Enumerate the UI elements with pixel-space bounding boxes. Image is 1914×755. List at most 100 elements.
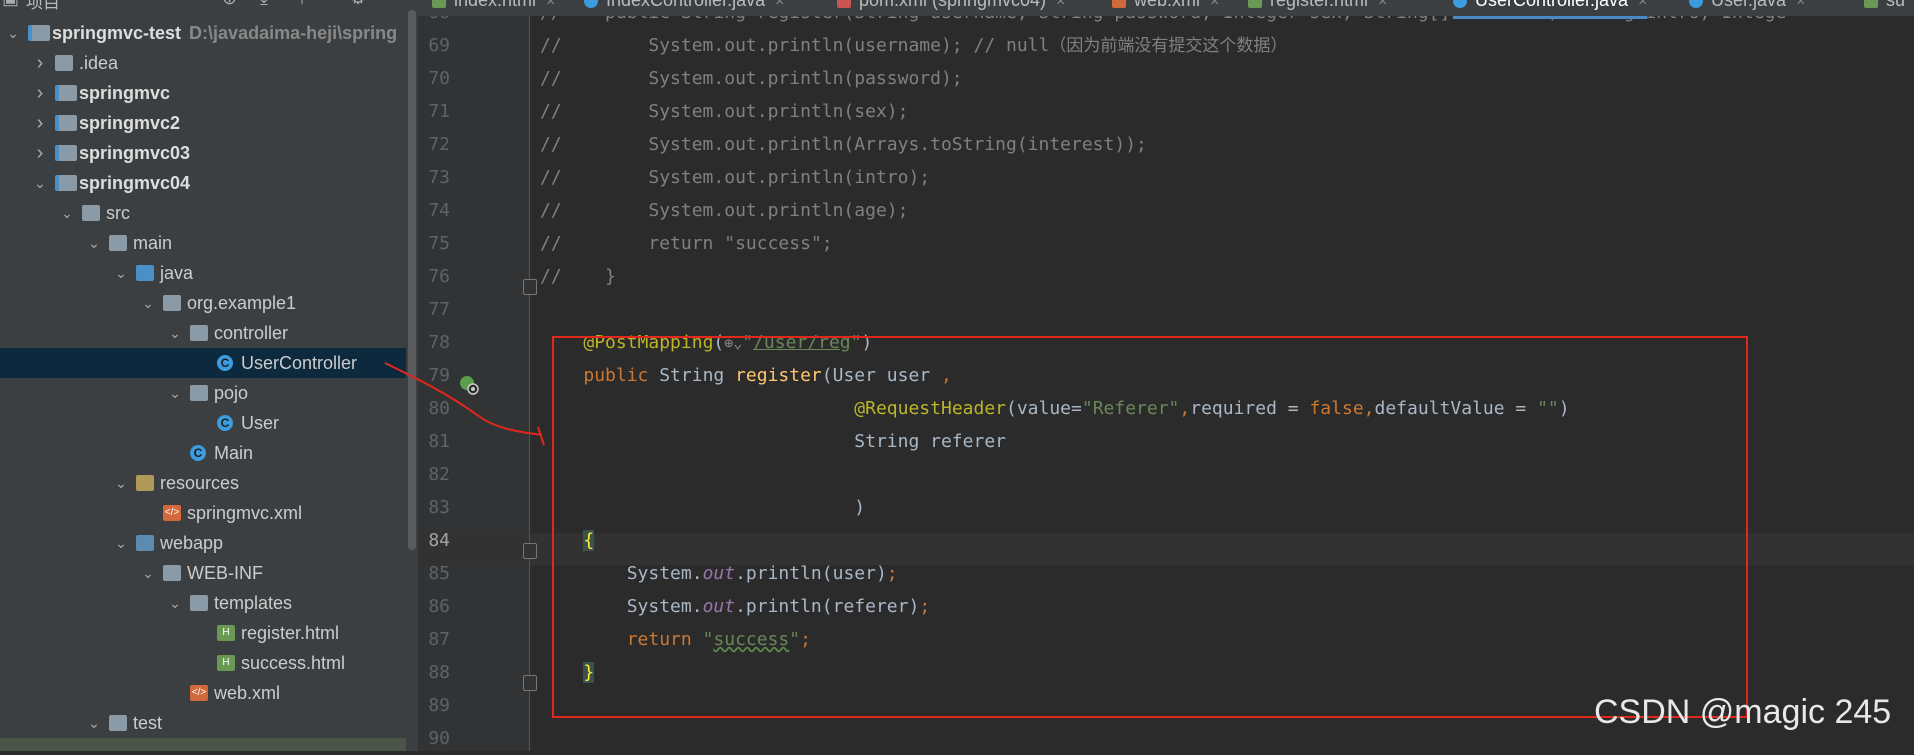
html-file-icon <box>432 0 446 9</box>
code-line[interactable]: // return "success"; <box>540 227 833 260</box>
hide-panel-icon[interactable]: – <box>386 0 396 9</box>
chevron-down-icon[interactable]: ⌄ <box>87 228 101 258</box>
project-toolbar-label[interactable]: 项目 <box>26 0 60 13</box>
line-number: 75 <box>428 233 450 254</box>
close-tab-icon[interactable]: × <box>1056 0 1065 10</box>
close-tab-icon[interactable]: × <box>1796 0 1805 10</box>
chevron-down-icon[interactable]: ⌄ <box>33 168 47 198</box>
html-file-icon <box>1248 0 1262 9</box>
expand-all-icon[interactable]: ⤓ <box>260 0 268 9</box>
tree-item-label: java <box>160 263 194 283</box>
module-folder-icon <box>55 85 77 101</box>
project-view-icon[interactable]: ▣ <box>2 0 19 9</box>
source-folder-icon <box>136 265 154 281</box>
close-tab-icon[interactable]: × <box>1378 0 1387 10</box>
chevron-down-icon[interactable]: ⌄ <box>168 588 182 618</box>
line-number: 70 <box>428 68 450 89</box>
tree-item[interactable]: ⌄ pojo <box>0 378 408 408</box>
chevron-down-icon[interactable]: ⌄ <box>141 288 155 318</box>
close-tab-icon[interactable]: × <box>1638 0 1647 10</box>
close-tab-icon[interactable]: × <box>775 0 784 10</box>
code-line[interactable]: // System.out.println(age); <box>540 194 908 227</box>
scrollbar-thumb[interactable] <box>408 10 416 550</box>
line-number: 83 <box>428 497 450 518</box>
tree-item[interactable]: ⌄ src <box>0 198 408 228</box>
annotation-arrow <box>384 362 545 446</box>
settings-gear-icon[interactable]: ⚙ <box>350 0 366 9</box>
editor-tab[interactable]: IndexController.java × <box>584 0 784 16</box>
tree-item[interactable]: ⌄ controller <box>0 318 408 348</box>
tree-item[interactable]: ⌄ test <box>0 708 408 738</box>
editor-tab[interactable]: index.html × <box>432 0 555 16</box>
line-number: 89 <box>428 695 450 716</box>
package-icon <box>190 325 208 341</box>
tree-item[interactable]: ⌄ springmvc04 <box>0 168 408 198</box>
class-icon <box>1689 0 1703 9</box>
module-folder-icon <box>55 145 77 161</box>
tree-item-label: WEB-INF <box>187 563 263 583</box>
tree-item[interactable]: › springmvc03 <box>0 138 408 168</box>
chevron-down-icon[interactable]: ⌄ <box>141 558 155 588</box>
tree-item[interactable]: ⌄ springmvc-test D:\javadaima-heji\spring <box>0 18 408 48</box>
editor-tab[interactable]: web.xml × <box>1112 0 1219 16</box>
chevron-right-icon[interactable]: › <box>33 138 47 168</box>
code-line[interactable]: // System.out.println(intro); <box>540 161 930 194</box>
chevron-down-icon[interactable]: ⌄ <box>60 198 74 228</box>
tree-item-label: register.html <box>241 623 340 643</box>
chevron-down-icon[interactable]: ⌄ <box>168 378 182 408</box>
chevron-right-icon[interactable]: › <box>33 78 47 108</box>
tree-item[interactable]: ⌄ resources <box>0 468 408 498</box>
tree-item-path: D:\javadaima-heji\spring <box>189 23 398 43</box>
close-tab-icon[interactable]: × <box>546 0 555 10</box>
editor-tab[interactable]: User.java × <box>1689 0 1805 16</box>
collapse-all-icon[interactable]: ⤒ <box>298 0 306 9</box>
chevron-down-icon[interactable]: ⌄ <box>87 708 101 738</box>
fold-marker-icon[interactable] <box>523 675 537 691</box>
tree-item[interactable]: › springmvc <box>0 78 408 108</box>
code-token: （因为前端没有提交这个数据） <box>1049 36 1288 56</box>
tree-item[interactable]: ⌄ main <box>0 228 408 258</box>
chevron-right-icon[interactable]: › <box>33 108 47 138</box>
editor-tab[interactable]: register.html × <box>1248 0 1387 16</box>
chevron-down-icon[interactable]: ⌄ <box>114 528 128 558</box>
editor-tab[interactable]: UserController.java × <box>1453 0 1648 19</box>
close-tab-icon[interactable]: × <box>1210 0 1219 10</box>
code-line[interactable]: // System.out.println(sex); <box>540 95 908 128</box>
tree-item[interactable]: › springmvc2 <box>0 108 408 138</box>
tree-item[interactable]: ⌄ java <box>0 258 408 288</box>
code-line[interactable]: // System.out.println(username); // null… <box>540 29 1287 62</box>
chevron-right-icon[interactable]: › <box>33 48 47 78</box>
tree-item[interactable]: ⌄ templates <box>0 588 408 618</box>
chevron-down-icon[interactable]: ⌄ <box>114 468 128 498</box>
editor-tab[interactable]: su <box>1864 0 1905 16</box>
tree-item[interactable]: C Main <box>0 438 408 468</box>
tree-item[interactable]: ⌄ webapp <box>0 528 408 558</box>
tree-item[interactable]: C User <box>0 408 408 438</box>
tree-item[interactable]: › .idea <box>0 48 408 78</box>
chevron-down-icon[interactable]: ⌄ <box>168 318 182 348</box>
tree-item[interactable]: Hsuccess.html <box>0 648 408 678</box>
tree-item-label: UserController <box>241 353 358 373</box>
code-line[interactable]: // } <box>540 260 616 293</box>
line-number: 69 <box>428 35 450 56</box>
tree-item[interactable]: ⌄ WEB-INF <box>0 558 408 588</box>
tree-item[interactable]: C UserController <box>0 348 408 378</box>
tree-item[interactable]: </> springmvc.xml <box>0 498 408 528</box>
module-folder-icon <box>55 175 77 191</box>
tree-item[interactable]: Hregister.html <box>0 618 408 648</box>
line-number: 84 <box>428 530 450 551</box>
chevron-down-icon[interactable]: ⌄ <box>6 18 20 48</box>
tree-item-partial[interactable] <box>0 738 408 751</box>
chevron-down-icon[interactable]: ⌄ <box>114 258 128 288</box>
tree-item[interactable]: ⌄ org.example1 <box>0 288 408 318</box>
fold-marker-icon[interactable] <box>523 543 537 559</box>
code-line[interactable]: // System.out.println(Arrays.toString(in… <box>540 128 1147 161</box>
locate-file-icon[interactable]: ⊕ <box>222 0 237 9</box>
editor-tab-label: register.html <box>1270 0 1369 10</box>
tree-item-label: templates <box>214 593 293 613</box>
code-line[interactable]: // System.out.println(password); <box>540 62 963 95</box>
fold-marker-icon[interactable] <box>523 279 537 295</box>
tree-item[interactable]: </> web.xml <box>0 678 408 708</box>
watermark: CSDN @magic 245 <box>1594 693 1892 731</box>
editor-tab[interactable]: pom.xml (springmvc04) × <box>837 0 1065 16</box>
